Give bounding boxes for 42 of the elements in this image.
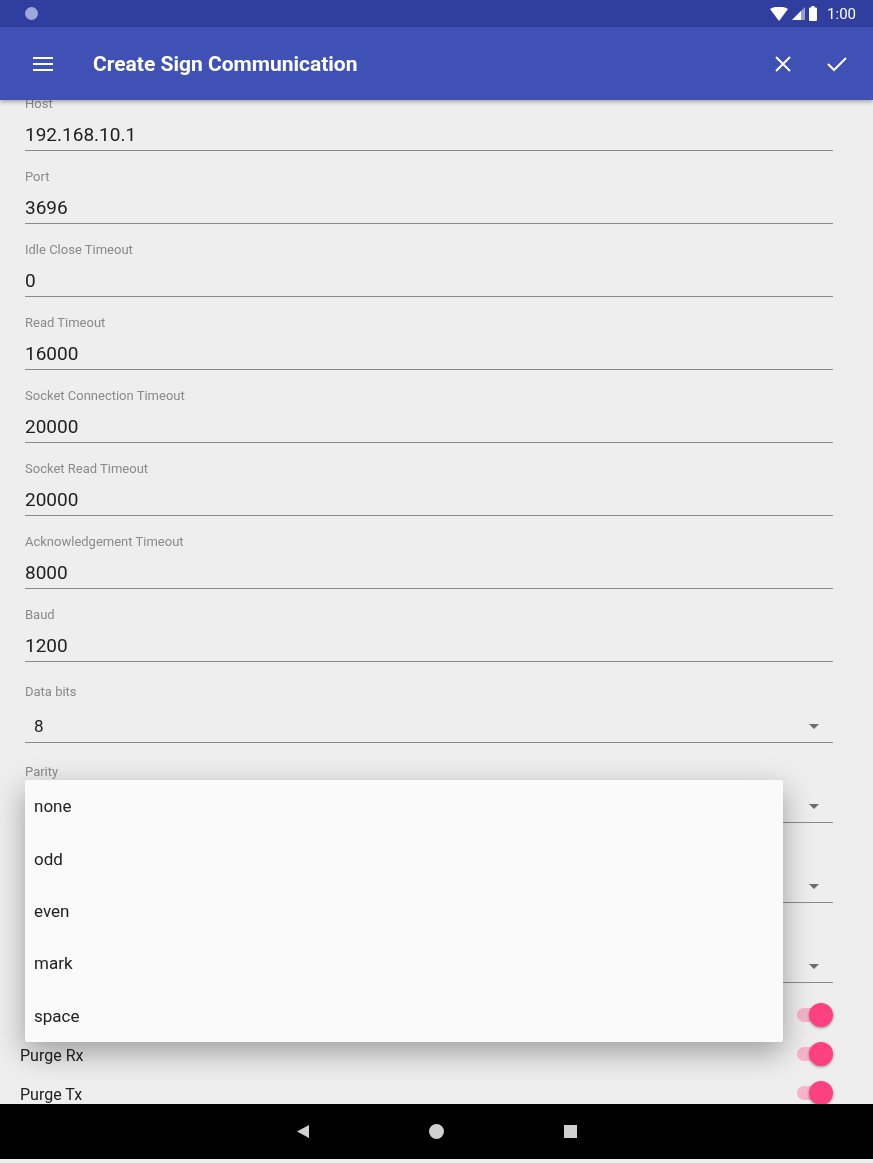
- menu-option[interactable]: space: [25, 989, 783, 1042]
- input-field[interactable]: 1200: [25, 633, 833, 662]
- battery-icon: [809, 6, 818, 21]
- toggle-switch[interactable]: [795, 1041, 833, 1066]
- dropdown-arrow-icon: [809, 803, 819, 809]
- dropdown-field[interactable]: 8: [25, 710, 833, 743]
- field-label: Acknowledgement Timeout: [25, 534, 185, 550]
- recents-icon[interactable]: [563, 1125, 577, 1138]
- field-label: Idle Close Timeout: [25, 242, 134, 258]
- signal-icon: [792, 7, 806, 20]
- input-field[interactable]: 8000: [25, 560, 833, 589]
- input-field[interactable]: 20000: [25, 487, 833, 516]
- menu-option[interactable]: none: [25, 780, 783, 833]
- wifi-icon: [770, 6, 789, 21]
- input-field[interactable]: 0: [25, 268, 833, 297]
- dropdown-arrow-icon: [809, 963, 819, 969]
- field-label: Read Timeout: [25, 315, 107, 331]
- switch-label: Purge Tx: [20, 1084, 84, 1104]
- menu-option[interactable]: even: [25, 884, 783, 938]
- field-label: Socket Connection Timeout: [25, 388, 186, 404]
- input-field[interactable]: 16000: [25, 341, 833, 370]
- back-icon[interactable]: [296, 1125, 309, 1138]
- home-icon[interactable]: [428, 1124, 444, 1139]
- menu-option[interactable]: mark: [25, 937, 783, 990]
- switch-label: Purge Rx: [20, 1045, 85, 1065]
- toggle-switch[interactable]: [795, 1080, 833, 1104]
- app-bar-title: Create Sign Communication: [93, 51, 359, 76]
- field-label: Baud: [25, 607, 56, 623]
- clock-time: 1:00: [827, 4, 856, 23]
- menu-option[interactable]: odd: [25, 832, 783, 885]
- dropdown-arrow-icon: [809, 723, 819, 729]
- field-label: Port: [25, 169, 51, 185]
- field-label: Host: [25, 96, 54, 112]
- toggle-switch[interactable]: [795, 1002, 833, 1027]
- field-label: Socket Read Timeout: [25, 461, 150, 477]
- notification-icon: [25, 7, 38, 20]
- dropdown-arrow-icon: [809, 883, 819, 889]
- field-label: Data bits: [25, 684, 78, 700]
- input-field[interactable]: 3696: [25, 195, 833, 224]
- input-field[interactable]: 20000: [25, 414, 833, 443]
- input-field[interactable]: 192.168.10.1: [25, 122, 833, 151]
- field-label: Parity: [25, 764, 60, 780]
